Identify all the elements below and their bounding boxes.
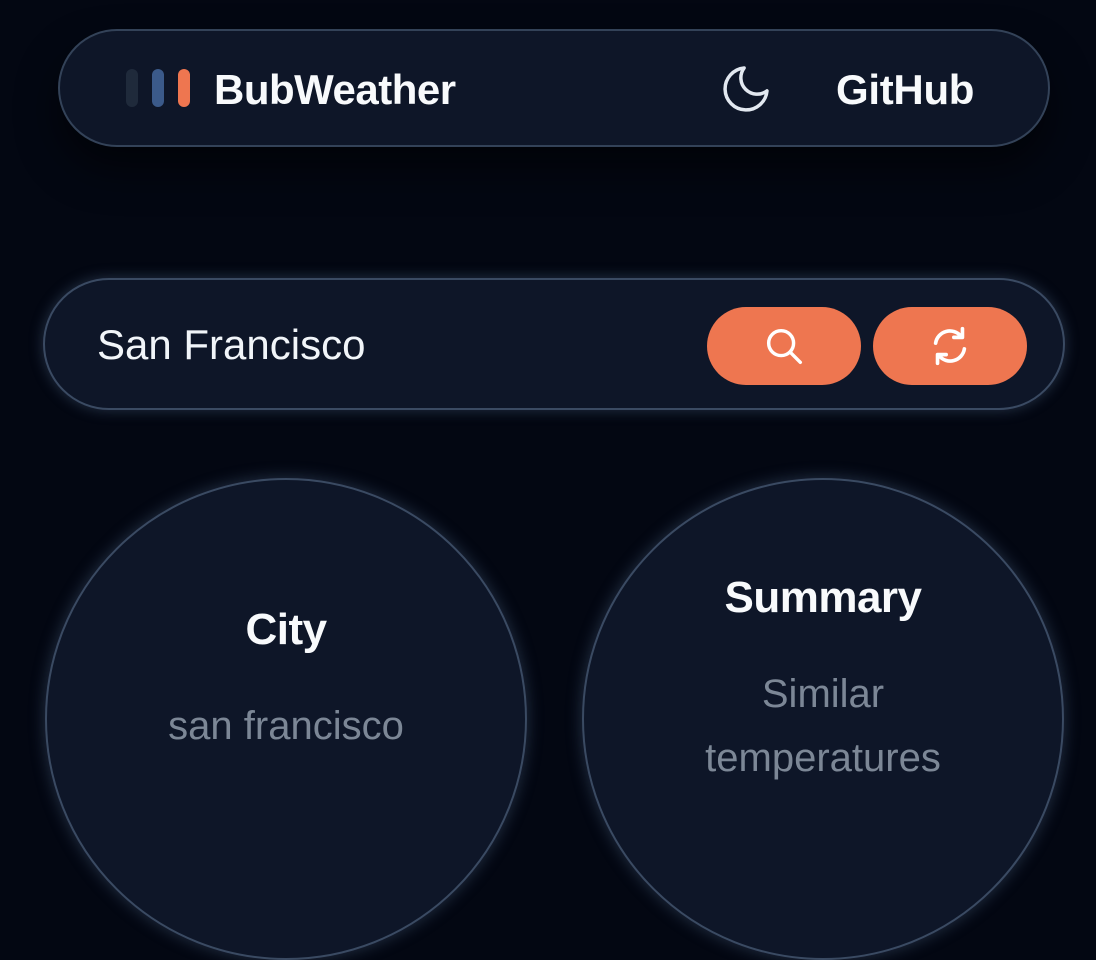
refresh-button[interactable]: [873, 307, 1027, 385]
theme-toggle-button[interactable]: [718, 61, 774, 117]
moon-icon: [723, 66, 769, 112]
logo-bar: [178, 69, 190, 107]
github-link[interactable]: GitHub: [836, 65, 974, 115]
logo-bar: [126, 69, 138, 107]
city-card-value: san francisco: [168, 704, 404, 748]
city-card-title: City: [245, 605, 327, 654]
refresh-icon: [933, 326, 967, 366]
app-header: BubWeather GitHub: [58, 29, 1050, 147]
city-search-input[interactable]: [97, 310, 677, 380]
logo-bar: [152, 69, 164, 107]
search-icon: [766, 328, 803, 365]
city-card: City san francisco: [45, 478, 527, 960]
summary-card-value: Similar temperatures: [705, 672, 941, 780]
search-button[interactable]: [707, 307, 861, 385]
summary-card: Summary Similar temperatures: [582, 478, 1064, 960]
search-bar: [43, 278, 1065, 410]
summary-card-title: Summary: [724, 573, 922, 622]
app-title: BubWeather: [214, 66, 456, 113]
logo-icon: [126, 69, 190, 107]
